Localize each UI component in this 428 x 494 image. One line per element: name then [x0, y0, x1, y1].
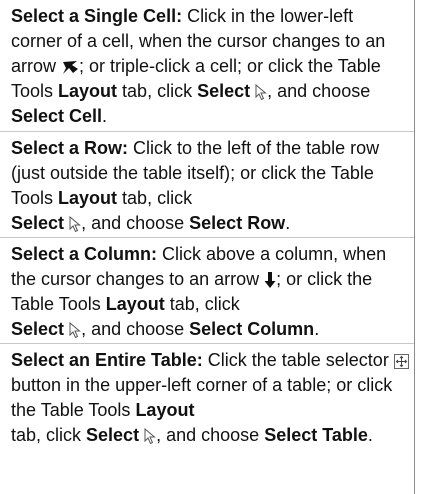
tip-text: .	[367, 425, 373, 445]
tip-text: , and choose	[81, 319, 190, 339]
layout-tab-label: Layout	[105, 294, 165, 314]
select-command-label: Select	[11, 319, 65, 339]
layout-tab-label: Layout	[58, 188, 118, 208]
select-column-label: Select Column	[189, 319, 315, 339]
tips-panel: Select a Single Cell: Click in the lower…	[0, 0, 414, 494]
select-cell-label: Select Cell	[11, 106, 103, 126]
tip-title: Select a Single Cell:	[11, 6, 183, 26]
tip-title: Select an Entire Table:	[11, 350, 203, 370]
tip-title: Select a Column:	[11, 244, 158, 264]
select-table-label: Select Table	[264, 425, 368, 445]
divider	[0, 131, 414, 132]
diagonal-arrow-cursor-icon	[61, 59, 79, 75]
tip-text: , and choose	[156, 425, 265, 445]
pointer-cursor-icon	[255, 83, 268, 101]
right-border	[414, 0, 415, 494]
down-arrow-cursor-icon	[264, 271, 276, 289]
tip-text: .	[102, 106, 108, 126]
tip-text: tab, click	[117, 188, 193, 208]
divider	[0, 343, 414, 344]
pointer-cursor-icon	[69, 321, 81, 339]
tip-select-row: Select a Row: Click to the left of the t…	[11, 136, 409, 236]
select-command-label: Select	[86, 425, 140, 445]
tip-text: tab, click	[11, 425, 87, 445]
tip-text: .	[285, 213, 291, 233]
tip-title: Select a Row:	[11, 138, 129, 158]
select-command-label: Select	[197, 81, 251, 101]
tip-text: tab, click	[164, 294, 240, 314]
pointer-cursor-icon	[144, 427, 156, 445]
tip-text: Click the table selector	[202, 350, 394, 370]
layout-tab-label: Layout	[58, 81, 118, 101]
divider	[0, 237, 414, 238]
tip-text: , and choose	[267, 81, 371, 101]
tip-text: .	[314, 319, 320, 339]
tip-select-single-cell: Select a Single Cell: Click in the lower…	[11, 4, 409, 129]
layout-tab-label: Layout	[135, 400, 195, 420]
tip-text: button in the upper-left corner of a tab…	[11, 375, 393, 420]
move-handle-icon	[393, 353, 409, 369]
pointer-cursor-icon	[69, 215, 81, 233]
select-command-label: Select	[11, 213, 65, 233]
tip-select-column: Select a Column: Click above a column, w…	[11, 242, 409, 342]
select-row-label: Select Row	[189, 213, 286, 233]
tip-select-entire-table: Select an Entire Table: Click the table …	[11, 348, 409, 448]
tip-text: tab, click	[117, 81, 198, 101]
tip-text: , and choose	[81, 213, 190, 233]
